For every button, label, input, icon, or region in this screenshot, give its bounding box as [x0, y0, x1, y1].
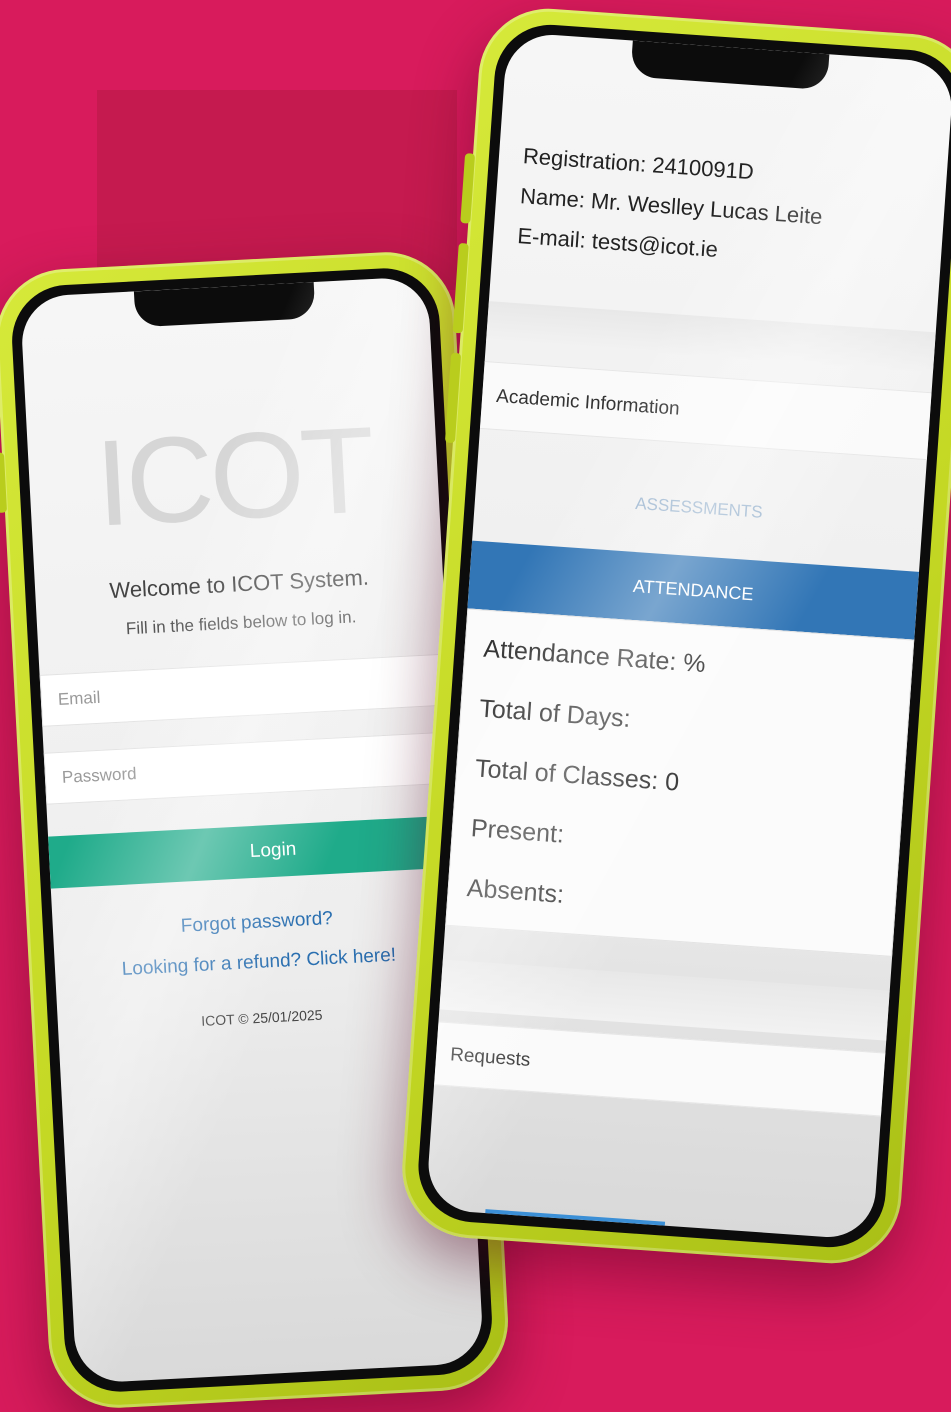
present-count: Present: — [470, 814, 565, 849]
section-divider — [486, 301, 936, 373]
copyright-text: ICOT © 25/01/2025 — [200, 1006, 323, 1029]
login-button[interactable]: Login — [48, 813, 485, 889]
scroll-indicator — [485, 1209, 666, 1226]
attendance-rate: Attendance Rate: % — [482, 634, 707, 679]
registration-number: Registration: 2410091D — [522, 143, 755, 185]
email-field[interactable]: Email — [39, 651, 485, 727]
total-days: Total of Days: — [478, 694, 632, 734]
academic-information-section[interactable]: Academic Information — [479, 361, 932, 461]
attendance-panel: Attendance Rate: % Total of Days: Total … — [445, 608, 915, 957]
phone-bezel: ICOT Welcome to ICOT System. Fill in the… — [9, 265, 495, 1395]
phone-bezel: Registration: 2410091D Name: Mr. Weslley… — [414, 21, 951, 1251]
login-screen: ICOT Welcome to ICOT System. Fill in the… — [19, 276, 485, 1384]
student-name: Name: Mr. Weslley Lucas Leite — [519, 183, 824, 230]
student-email: E-mail: tests@icot.ie — [516, 223, 719, 262]
absents-count: Absents: — [465, 874, 565, 909]
profile-screen: Registration: 2410091D Name: Mr. Weslley… — [425, 31, 951, 1241]
total-classes: Total of Classes: 0 — [474, 754, 680, 797]
side-button — [0, 452, 8, 513]
tab-assessments[interactable]: ASSESSMENTS — [475, 483, 923, 534]
login-instructions: Fill in the fields below to log in. — [125, 607, 357, 639]
refund-link[interactable]: Looking for a refund? Click here! — [55, 941, 464, 984]
password-field[interactable]: Password — [43, 729, 485, 805]
profile-phone: Registration: 2410091D Name: Mr. Weslley… — [397, 4, 951, 1268]
forgot-password-link[interactable]: Forgot password? — [53, 901, 462, 944]
welcome-text: Welcome to ICOT System. — [108, 564, 370, 604]
app-logo: ICOT — [92, 401, 375, 552]
side-button — [460, 153, 476, 224]
phone-notch — [630, 40, 830, 91]
